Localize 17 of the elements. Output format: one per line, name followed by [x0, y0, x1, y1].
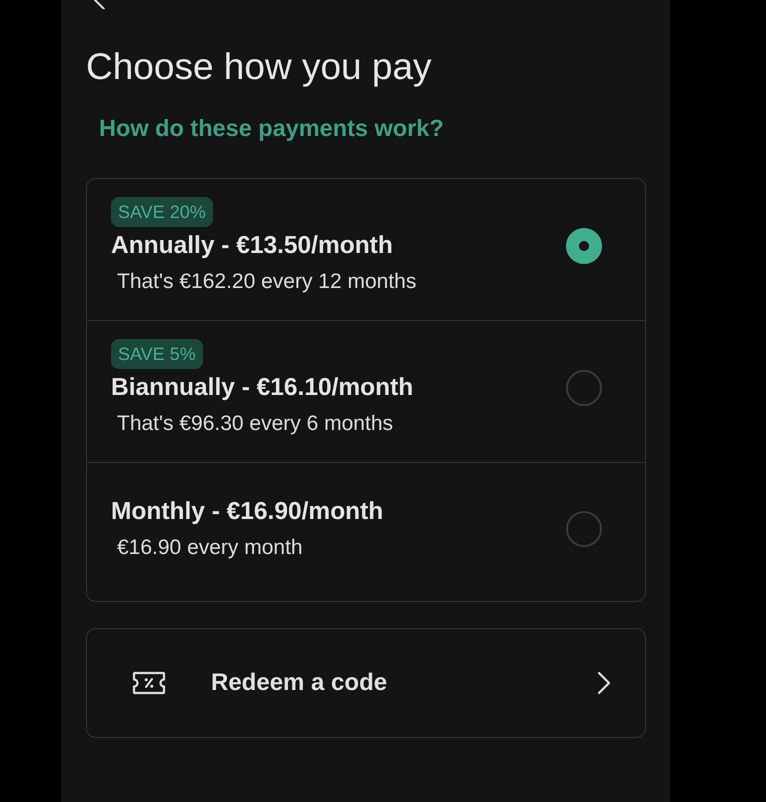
page-title: Choose how you pay: [86, 46, 432, 88]
plan-title: Monthly - €16.90/month: [111, 497, 384, 527]
radio-button[interactable]: [566, 511, 602, 547]
save-badge: SAVE 20%: [111, 197, 213, 227]
chevron-right-icon: [597, 671, 611, 695]
plan-detail: That's €96.30 every 6 months: [117, 411, 393, 437]
plan-title: Annually - €13.50/month: [111, 231, 393, 261]
save-badge: SAVE 5%: [111, 339, 203, 369]
redeem-code-button[interactable]: Redeem a code: [86, 628, 646, 738]
plan-title: Biannually - €16.10/month: [111, 373, 414, 403]
ticket-icon: [132, 671, 166, 695]
radio-button[interactable]: [566, 228, 602, 264]
radio-button[interactable]: [566, 370, 602, 406]
plan-detail: That's €162.20 every 12 months: [117, 269, 416, 295]
help-link[interactable]: How do these payments work?: [99, 113, 444, 143]
back-icon[interactable]: [92, 0, 106, 9]
plan-detail: €16.90 every month: [117, 535, 303, 561]
